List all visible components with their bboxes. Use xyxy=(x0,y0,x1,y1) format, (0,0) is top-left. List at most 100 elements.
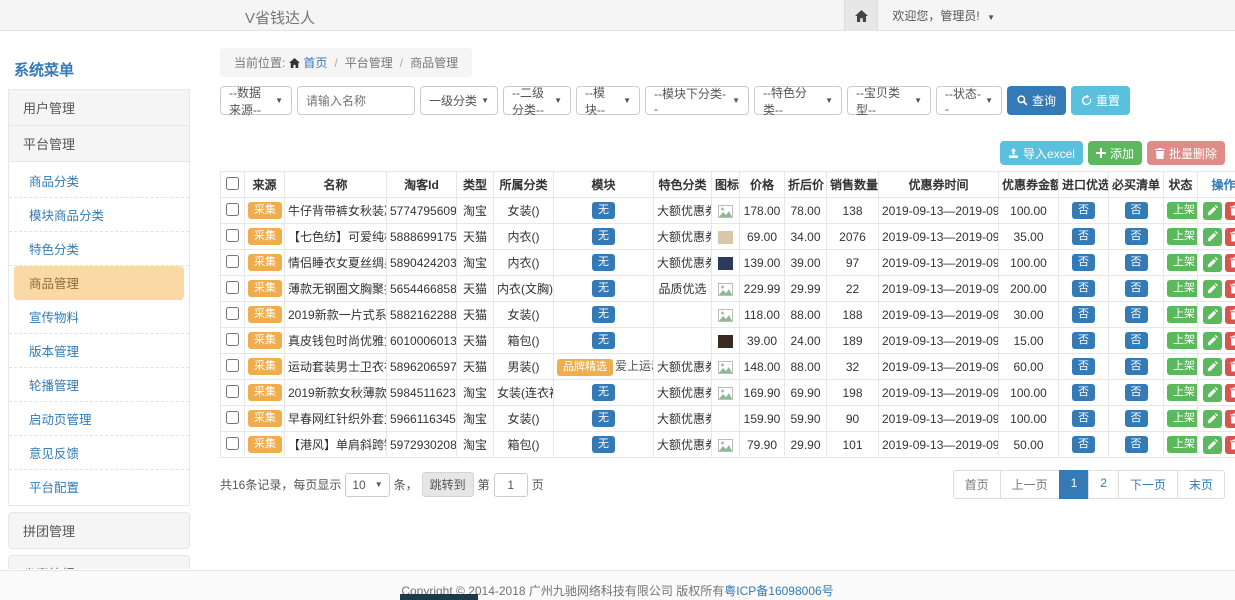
sidebar-group-用户管理[interactable]: 用户管理 xyxy=(8,89,190,126)
module-none-badge[interactable]: 无 xyxy=(592,254,615,271)
must-buy-toggle-button[interactable]: 否 xyxy=(1125,332,1148,349)
delete-button[interactable] xyxy=(1225,436,1235,454)
page-button-下一页[interactable]: 下一页 xyxy=(1118,470,1178,499)
filter-select-source[interactable]: --数据来源--▼ xyxy=(220,86,292,115)
status-button[interactable]: 上架 xyxy=(1167,228,1198,245)
must-buy-toggle-button[interactable]: 否 xyxy=(1125,202,1148,219)
edit-button[interactable] xyxy=(1203,358,1222,376)
status-button[interactable]: 上架 xyxy=(1167,332,1198,349)
imported-toggle-button[interactable]: 否 xyxy=(1072,254,1095,271)
delete-button[interactable] xyxy=(1225,202,1235,220)
filter-select-cat2[interactable]: --二级分类--▼ xyxy=(503,86,571,115)
module-none-badge[interactable]: 无 xyxy=(592,228,615,245)
imported-toggle-button[interactable]: 否 xyxy=(1072,410,1095,427)
module-none-badge[interactable]: 无 xyxy=(592,280,615,297)
add-button[interactable]: 添加 xyxy=(1088,141,1142,165)
bulk-delete-button[interactable]: 批量删除 xyxy=(1147,141,1225,165)
edit-button[interactable] xyxy=(1203,202,1222,220)
module-none-badge[interactable]: 无 xyxy=(592,332,615,349)
edit-button[interactable] xyxy=(1203,410,1222,428)
must-buy-toggle-button[interactable]: 否 xyxy=(1125,384,1148,401)
imported-toggle-button[interactable]: 否 xyxy=(1072,202,1095,219)
status-button[interactable]: 上架 xyxy=(1167,436,1198,453)
filter-select-feature[interactable]: --特色分类--▼ xyxy=(754,86,842,115)
filter-select-status[interactable]: --状态--▼ xyxy=(936,86,1002,115)
status-button[interactable]: 上架 xyxy=(1167,358,1198,375)
page-button-上一页[interactable]: 上一页 xyxy=(1000,470,1060,499)
delete-button[interactable] xyxy=(1225,332,1235,350)
page-button-1[interactable]: 1 xyxy=(1059,470,1090,499)
page-button-首页[interactable]: 首页 xyxy=(953,470,1001,499)
sidebar-group-省惠快报[interactable]: 省惠快报 xyxy=(8,555,190,569)
must-buy-toggle-button[interactable]: 否 xyxy=(1125,306,1148,323)
sidebar-subitem-版本管理[interactable]: 版本管理 xyxy=(9,334,189,368)
bottom-scrollbar-thumb[interactable] xyxy=(400,594,478,600)
module-none-badge[interactable]: 无 xyxy=(592,410,615,427)
edit-button[interactable] xyxy=(1203,228,1222,246)
must-buy-toggle-button[interactable]: 否 xyxy=(1125,358,1148,375)
module-none-badge[interactable]: 无 xyxy=(592,436,615,453)
status-button[interactable]: 上架 xyxy=(1167,410,1198,427)
filter-select-module-sub[interactable]: --模块下分类--▼ xyxy=(645,86,749,115)
page-button-2[interactable]: 2 xyxy=(1088,470,1119,499)
filter-select-item-type[interactable]: --宝贝类型--▼ xyxy=(847,86,931,115)
imported-toggle-button[interactable]: 否 xyxy=(1072,306,1095,323)
module-none-badge[interactable]: 无 xyxy=(592,384,615,401)
sidebar-group-平台管理[interactable]: 平台管理 xyxy=(8,125,190,162)
row-checkbox[interactable] xyxy=(226,437,239,450)
search-button[interactable]: 查询 xyxy=(1007,86,1066,115)
module-none-badge[interactable]: 无 xyxy=(592,202,615,219)
edit-button[interactable] xyxy=(1203,384,1222,402)
page-button-末页[interactable]: 末页 xyxy=(1177,470,1225,499)
row-checkbox[interactable] xyxy=(226,333,239,346)
delete-button[interactable] xyxy=(1225,254,1235,272)
delete-button[interactable] xyxy=(1225,384,1235,402)
sidebar-subitem-平台配置[interactable]: 平台配置 xyxy=(9,470,189,503)
status-button[interactable]: 上架 xyxy=(1167,254,1198,271)
imported-toggle-button[interactable]: 否 xyxy=(1072,436,1095,453)
edit-button[interactable] xyxy=(1203,436,1222,454)
must-buy-toggle-button[interactable]: 否 xyxy=(1125,254,1148,271)
module-none-badge[interactable]: 无 xyxy=(592,306,615,323)
sidebar-subitem-特色分类[interactable]: 特色分类 xyxy=(9,232,189,266)
edit-button[interactable] xyxy=(1203,254,1222,272)
row-checkbox[interactable] xyxy=(226,281,239,294)
row-checkbox[interactable] xyxy=(226,359,239,372)
sidebar-subitem-商品分类[interactable]: 商品分类 xyxy=(9,164,189,198)
delete-button[interactable] xyxy=(1225,358,1235,376)
status-button[interactable]: 上架 xyxy=(1167,384,1198,401)
welcome-user-menu[interactable]: 欢迎您，管理员! ▼ xyxy=(892,7,995,24)
status-button[interactable]: 上架 xyxy=(1167,280,1198,297)
import-excel-button[interactable]: 导入excel xyxy=(1000,141,1083,165)
sidebar-subitem-宣传物料[interactable]: 宣传物料 xyxy=(9,300,189,334)
breadcrumb-item-platform[interactable]: 平台管理 xyxy=(345,54,393,71)
delete-button[interactable] xyxy=(1225,228,1235,246)
jump-page-input[interactable] xyxy=(494,473,528,497)
breadcrumb-home-link[interactable]: 首页 xyxy=(289,54,327,71)
sidebar-subitem-商品管理[interactable]: 商品管理 xyxy=(14,266,184,300)
icp-link[interactable]: 粤ICP备16098006号 xyxy=(724,584,833,598)
sidebar-subitem-模块商品分类[interactable]: 模块商品分类 xyxy=(9,198,189,232)
edit-button[interactable] xyxy=(1203,332,1222,350)
must-buy-toggle-button[interactable]: 否 xyxy=(1125,280,1148,297)
row-checkbox[interactable] xyxy=(226,307,239,320)
imported-toggle-button[interactable]: 否 xyxy=(1072,384,1095,401)
sidebar-subitem-启动页管理[interactable]: 启动页管理 xyxy=(9,402,189,436)
row-checkbox[interactable] xyxy=(226,255,239,268)
imported-toggle-button[interactable]: 否 xyxy=(1072,228,1095,245)
imported-toggle-button[interactable]: 否 xyxy=(1072,358,1095,375)
imported-toggle-button[interactable]: 否 xyxy=(1072,280,1095,297)
edit-button[interactable] xyxy=(1203,280,1222,298)
name-search-input[interactable] xyxy=(297,86,415,115)
per-page-select[interactable]: 10 ▼ xyxy=(345,473,389,497)
row-checkbox[interactable] xyxy=(226,411,239,424)
row-checkbox[interactable] xyxy=(226,385,239,398)
must-buy-toggle-button[interactable]: 否 xyxy=(1125,410,1148,427)
home-button[interactable] xyxy=(844,0,878,31)
imported-toggle-button[interactable]: 否 xyxy=(1072,332,1095,349)
sidebar-subitem-轮播管理[interactable]: 轮播管理 xyxy=(9,368,189,402)
jump-button[interactable]: 跳转到 xyxy=(422,472,474,497)
delete-button[interactable] xyxy=(1225,410,1235,428)
must-buy-toggle-button[interactable]: 否 xyxy=(1125,228,1148,245)
sidebar-subitem-意见反馈[interactable]: 意见反馈 xyxy=(9,436,189,470)
